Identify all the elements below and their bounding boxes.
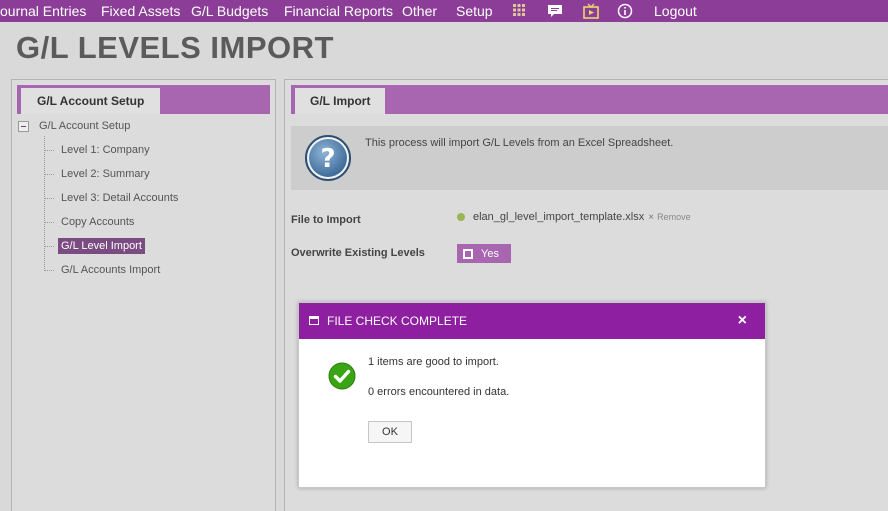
svg-text:?: ?: [320, 144, 335, 174]
dialog-message-success: 1 items are good to import.: [368, 356, 499, 368]
nav-financial-reports[interactable]: Financial Reports: [284, 3, 393, 19]
top-nav-bar: ournal Entries Fixed Assets G/L Budgets …: [0, 0, 888, 22]
ok-button[interactable]: OK: [368, 421, 412, 443]
remove-x-icon[interactable]: ×: [648, 212, 654, 223]
file-name: elan_gl_level_import_template.xlsx: [473, 211, 645, 223]
info-box: ? This process will import G/L Levels fr…: [291, 126, 888, 190]
tree-item-label: G/L Level Import: [58, 238, 145, 254]
nav-gl-budgets[interactable]: G/L Budgets: [191, 3, 268, 19]
nav-other[interactable]: Other: [402, 3, 437, 19]
page-title: G/L LEVELS IMPORT: [16, 30, 334, 65]
tree-collapse-icon[interactable]: [18, 120, 29, 132]
nav-setup[interactable]: Setup: [456, 3, 493, 19]
overwrite-toggle[interactable]: Yes: [457, 244, 511, 263]
remove-file-link[interactable]: Remove: [657, 212, 691, 222]
overwrite-value: Yes: [481, 247, 499, 260]
checkbox-icon: [463, 248, 473, 259]
file-to-import-label: File to Import: [291, 214, 361, 226]
left-tab-bar: G/L Account Setup: [17, 85, 270, 114]
tree-item-gl-level-import[interactable]: G/L Level Import: [44, 236, 145, 256]
grid-icon[interactable]: [512, 3, 527, 18]
dialog-message-errors: 0 errors encountered in data.: [368, 386, 510, 398]
tree-item-label: Level 3: Detail Accounts: [61, 192, 179, 204]
overwrite-levels-label: Overwrite Existing Levels: [291, 247, 425, 259]
tree-item-copy-accounts[interactable]: Copy Accounts: [44, 212, 137, 232]
close-icon[interactable]: ×: [738, 312, 747, 330]
file-entry: elan_gl_level_import_template.xlsx × Rem…: [457, 210, 691, 224]
info-text: This process will import G/L Levels from…: [365, 137, 674, 149]
tree-item-gl-accounts-import[interactable]: G/L Accounts Import: [44, 260, 163, 280]
nav-fixed-assets[interactable]: Fixed Assets: [101, 3, 180, 19]
tree-item-label: Level 2: Summary: [61, 168, 150, 180]
question-icon: ?: [304, 134, 352, 182]
tree-item-label: Copy Accounts: [61, 216, 135, 228]
right-tab-bar: G/L Import: [291, 85, 888, 114]
tree-item-level2[interactable]: Level 2: Summary: [44, 164, 153, 184]
success-check-icon: [328, 362, 356, 390]
tree-item-level1[interactable]: Level 1: Company: [44, 140, 153, 160]
nav-journal-entries[interactable]: ournal Entries: [0, 3, 86, 19]
chat-icon[interactable]: [547, 3, 562, 18]
file-status-dot-icon: [457, 213, 465, 221]
tree-item-label: Level 1: Company: [61, 144, 150, 156]
tree-item-label: G/L Accounts Import: [61, 264, 161, 276]
tree-root[interactable]: G/L Account Setup: [18, 118, 130, 134]
file-check-dialog: FILE CHECK COMPLETE × 1 items are good t…: [298, 302, 766, 488]
tab-gl-account-setup[interactable]: G/L Account Setup: [21, 88, 161, 114]
info-icon[interactable]: [617, 3, 633, 19]
dialog-header: FILE CHECK COMPLETE ×: [299, 303, 765, 339]
account-setup-panel: G/L Account Setup G/L Account Setup Leve…: [11, 79, 276, 511]
tree-item-level3[interactable]: Level 3: Detail Accounts: [44, 188, 181, 208]
tree-root-label: G/L Account Setup: [39, 120, 131, 132]
tab-gl-import[interactable]: G/L Import: [295, 88, 386, 114]
dialog-title: FILE CHECK COMPLETE: [327, 314, 468, 328]
tv-icon[interactable]: [583, 3, 599, 19]
nav-logout[interactable]: Logout: [654, 3, 697, 19]
window-icon: [309, 316, 319, 325]
